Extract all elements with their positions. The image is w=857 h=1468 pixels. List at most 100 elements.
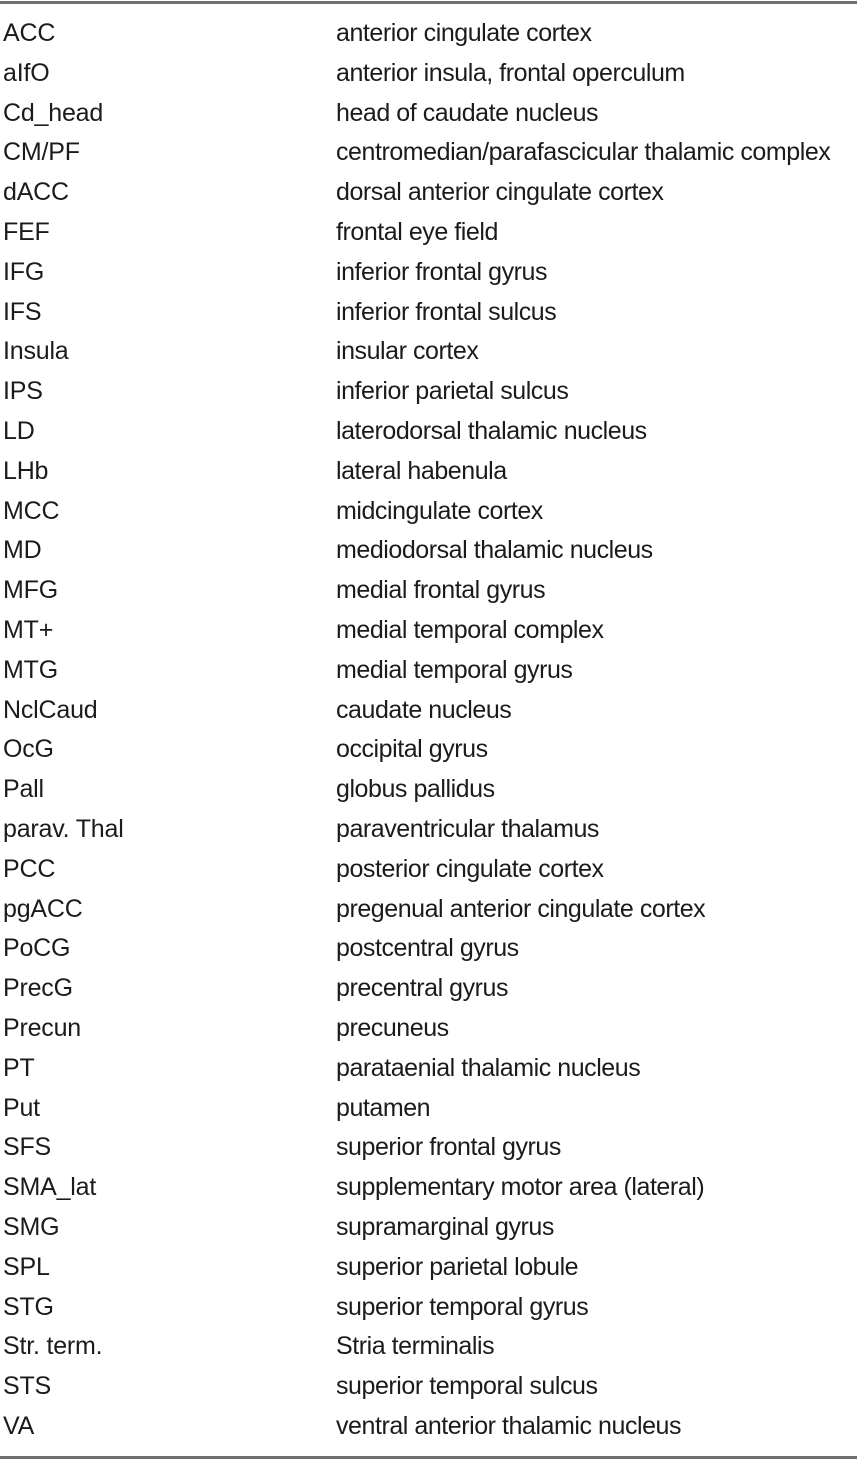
table-row: SPL superior parietal lobule bbox=[0, 1248, 857, 1288]
definition-cell: caudate nucleus bbox=[336, 695, 512, 724]
definition-cell: centromedian/parafascicular thalamic com… bbox=[336, 138, 831, 167]
table-row: SMG supramarginal gyrus bbox=[0, 1208, 857, 1248]
table-row: pgACC pregenual anterior cingulate cortex bbox=[0, 890, 857, 930]
abbreviation-cell: Cd_head bbox=[3, 98, 104, 127]
table-row: OcG occipital gyrus bbox=[0, 730, 857, 770]
definition-cell: mediodorsal thalamic nucleus bbox=[336, 536, 653, 565]
definition-cell: paraventricular thalamus bbox=[336, 814, 599, 843]
table-row: Cd_head head of caudate nucleus bbox=[0, 94, 857, 134]
definition-cell: superior frontal gyrus bbox=[336, 1133, 561, 1162]
table-row: PrecG precentral gyrus bbox=[0, 969, 857, 1009]
abbreviation-cell: FEF bbox=[3, 217, 50, 246]
table-row: IPS inferior parietal sulcus bbox=[0, 372, 857, 412]
abbreviation-cell: CM/PF bbox=[3, 138, 80, 167]
abbreviation-cell: SFS bbox=[3, 1133, 52, 1162]
table-row: NclCaud caudate nucleus bbox=[0, 691, 857, 731]
abbreviation-cell: SMG bbox=[3, 1212, 60, 1241]
table-row: IFG inferior frontal gyrus bbox=[0, 253, 857, 293]
table-top-rule bbox=[0, 1, 857, 4]
abbreviation-cell: parav. Thal bbox=[3, 814, 124, 843]
table-row: Put putamen bbox=[0, 1089, 857, 1129]
definition-cell: superior parietal lobule bbox=[336, 1252, 579, 1281]
abbreviation-cell: IFG bbox=[3, 257, 45, 286]
table-row: VA ventral anterior thalamic nucleus bbox=[0, 1407, 857, 1447]
table-row: Pall globus pallidus bbox=[0, 770, 857, 810]
abbreviation-cell: LHb bbox=[3, 456, 49, 485]
definition-cell: dorsal anterior cingulate cortex bbox=[336, 178, 664, 207]
definition-cell: superior temporal gyrus bbox=[336, 1292, 589, 1321]
definition-cell: midcingulate cortex bbox=[336, 496, 543, 525]
abbreviations-table: ACC anterior cingulate cortex aIfO anterior… bbox=[0, 0, 857, 1468]
table-row: CM/PF centromedian/parafascicular thalami… bbox=[0, 133, 857, 173]
definition-cell: precentral gyrus bbox=[336, 974, 509, 1003]
abbreviation-cell: Pall bbox=[3, 775, 44, 804]
table-row: MFG medial frontal gyrus bbox=[0, 571, 857, 611]
table-row: dACC dorsal anterior cingulate cortex bbox=[0, 173, 857, 213]
definition-cell: medial frontal gyrus bbox=[336, 576, 546, 605]
definition-cell: postcentral gyrus bbox=[336, 934, 519, 963]
definition-cell: lateral habenula bbox=[336, 456, 507, 485]
definition-cell: anterior insula, frontal operculum bbox=[336, 58, 685, 87]
abbreviation-cell: Precun bbox=[3, 1013, 82, 1042]
abbreviation-cell: STG bbox=[3, 1292, 54, 1321]
definition-cell: globus pallidus bbox=[336, 775, 495, 804]
table-row: aIfO anterior insula, frontal operculum bbox=[0, 54, 857, 94]
definition-cell: Stria terminalis bbox=[336, 1332, 495, 1361]
definition-cell: anterior cingulate cortex bbox=[336, 19, 592, 47]
abbreviation-cell: MFG bbox=[3, 576, 58, 605]
table-row: parav. Thal paraventricular thalamus bbox=[0, 810, 857, 850]
abbreviation-cell: PrecG bbox=[3, 974, 73, 1003]
table-body: ACC anterior cingulate cortex aIfO anterior… bbox=[0, 14, 857, 1447]
definition-cell: occipital gyrus bbox=[336, 735, 488, 764]
table-row: MCC midcingulate cortex bbox=[0, 492, 857, 532]
table-row: LHb lateral habenula bbox=[0, 452, 857, 492]
table-row: SMA_lat supplementary motor area (lateral… bbox=[0, 1168, 857, 1208]
abbreviation-cell: SPL bbox=[3, 1252, 50, 1281]
table-row: STG superior temporal gyrus bbox=[0, 1288, 857, 1328]
abbreviation-cell: LD bbox=[3, 416, 35, 445]
definition-cell: medial temporal gyrus bbox=[336, 655, 573, 684]
abbreviation-cell: Put bbox=[3, 1093, 40, 1122]
definition-cell: precuneus bbox=[336, 1013, 449, 1042]
table-row: PoCG postcentral gyrus bbox=[0, 929, 857, 969]
abbreviation-cell: MTG bbox=[3, 655, 58, 684]
table-row: ACC anterior cingulate cortex bbox=[0, 14, 857, 54]
table-row: SFS superior frontal gyrus bbox=[0, 1128, 857, 1168]
definition-cell: parataenial thalamic nucleus bbox=[336, 1053, 641, 1082]
definition-cell: pregenual anterior cingulate cortex bbox=[336, 894, 706, 923]
abbreviation-cell: MD bbox=[3, 536, 42, 565]
definition-cell: frontal eye field bbox=[336, 217, 498, 246]
definition-cell: inferior frontal sulcus bbox=[336, 297, 557, 326]
abbreviation-cell: MCC bbox=[3, 496, 60, 525]
definition-cell: medial temporal complex bbox=[336, 615, 604, 644]
table-row: Insula insular cortex bbox=[0, 332, 857, 372]
table-row: PT parataenial thalamic nucleus bbox=[0, 1049, 857, 1089]
table-row: MTG medial temporal gyrus bbox=[0, 651, 857, 691]
definition-cell: putamen bbox=[336, 1093, 431, 1122]
definition-cell: laterodorsal thalamic nucleus bbox=[336, 416, 647, 445]
abbreviation-cell: Str. term. bbox=[3, 1332, 103, 1361]
abbreviation-cell: PoCG bbox=[3, 934, 71, 963]
table-row: Precun precuneus bbox=[0, 1009, 857, 1049]
abbreviation-cell: Insula bbox=[3, 337, 69, 366]
abbreviation-cell: MT+ bbox=[3, 615, 54, 644]
abbreviation-cell: IPS bbox=[3, 377, 43, 406]
definition-cell: inferior frontal gyrus bbox=[336, 257, 548, 286]
definition-cell: superior temporal sulcus bbox=[336, 1372, 598, 1401]
abbreviation-cell: SMA_lat bbox=[3, 1173, 97, 1202]
definition-cell: supplementary motor area (lateral) bbox=[336, 1173, 705, 1202]
table-row: MD mediodorsal thalamic nucleus bbox=[0, 531, 857, 571]
table-row: STS superior temporal sulcus bbox=[0, 1367, 857, 1407]
table-bottom-rule bbox=[0, 1456, 857, 1459]
table-row: MT+ medial temporal complex bbox=[0, 611, 857, 651]
definition-cell: posterior cingulate cortex bbox=[336, 854, 604, 883]
table-row: PCC posterior cingulate cortex bbox=[0, 850, 857, 890]
abbreviation-cell: PCC bbox=[3, 854, 56, 883]
abbreviation-cell: STS bbox=[3, 1372, 52, 1401]
abbreviation-cell: aIfO bbox=[3, 58, 50, 87]
table-row: IFS inferior frontal sulcus bbox=[0, 293, 857, 333]
definition-cell: head of caudate nucleus bbox=[336, 98, 599, 127]
definition-cell: ventral anterior thalamic nucleus bbox=[336, 1411, 682, 1440]
abbreviation-cell: NclCaud bbox=[3, 695, 98, 724]
abbreviation-cell: IFS bbox=[3, 297, 42, 326]
